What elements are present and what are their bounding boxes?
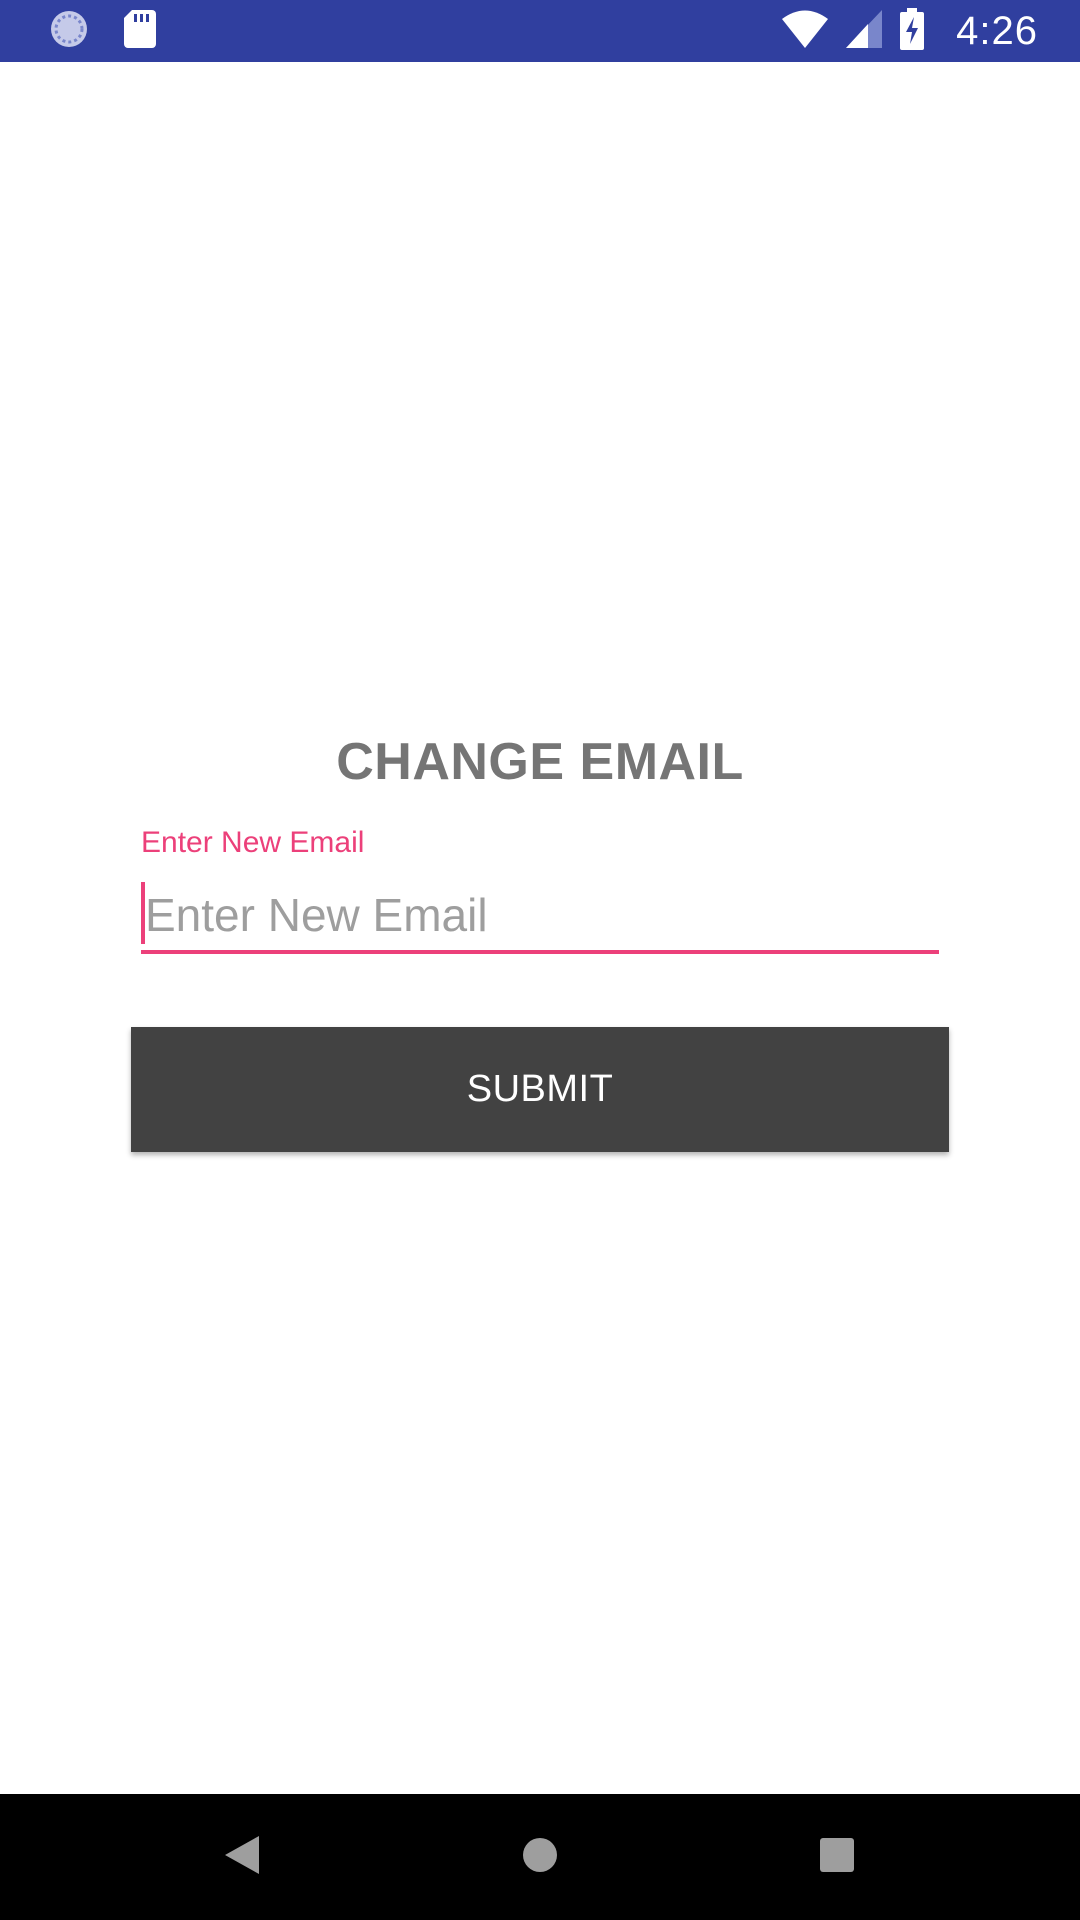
status-time: 4:26	[956, 8, 1038, 53]
battery-charging-icon	[900, 7, 925, 55]
status-right-icons: 4:26	[782, 0, 1038, 62]
email-field-container: Enter New Email	[141, 826, 939, 956]
email-field[interactable]	[141, 880, 939, 954]
page-title: CHANGE EMAIL	[336, 733, 744, 791]
screen: 4:26 CHANGE EMAIL Enter New Email SUBMIT	[0, 0, 1080, 1920]
wifi-icon	[782, 10, 829, 53]
recents-button[interactable]	[777, 1794, 897, 1920]
back-button[interactable]	[182, 1794, 302, 1920]
sync-icon	[48, 8, 90, 55]
back-icon	[225, 1835, 259, 1879]
status-left-icons	[48, 8, 156, 55]
home-icon	[522, 1837, 558, 1878]
status-bar: 4:26	[0, 0, 1080, 62]
sd-card-icon	[124, 9, 156, 53]
email-field-label: Enter New Email	[141, 826, 365, 859]
submit-button[interactable]: SUBMIT	[131, 1027, 949, 1152]
text-cursor	[141, 882, 145, 944]
cell-signal-icon	[846, 9, 883, 53]
home-button[interactable]	[480, 1794, 600, 1920]
navigation-bar	[0, 1794, 1080, 1920]
recents-icon	[820, 1837, 854, 1877]
